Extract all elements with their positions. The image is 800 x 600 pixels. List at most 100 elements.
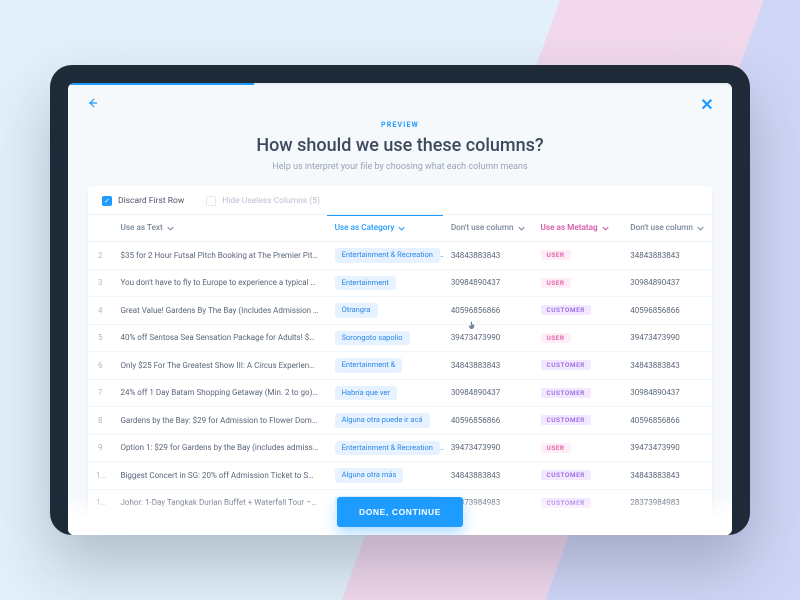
cell-col3: 30984890437 — [443, 269, 533, 297]
discard-first-row-checkbox[interactable]: ✓ Discard First Row — [102, 196, 184, 206]
checkbox-label: Discard First Row — [118, 196, 184, 206]
metatag-badge: USER — [541, 525, 571, 535]
cell-col3: 40596856866 — [443, 407, 533, 435]
metatag-badge: USER — [541, 333, 571, 343]
row-index: 9 — [88, 434, 112, 462]
metatag-badge: CUSTOMER — [541, 305, 591, 315]
app-screen: ✕ PREVIEW How should we use these column… — [68, 83, 732, 535]
cell-col3: 34843883843 — [443, 242, 533, 270]
metatag-badge: CUSTOMER — [541, 415, 591, 425]
row-index: 11 — [88, 489, 112, 517]
hide-useless-columns-checkbox[interactable]: Hide Useless Columns (5) — [206, 196, 320, 206]
cell-col3: 40596856866 — [443, 297, 533, 325]
metatag-badge: USER — [541, 443, 571, 453]
column-header[interactable]: Use as Text — [112, 215, 326, 242]
device-frame: ✕ PREVIEW How should we use these column… — [50, 65, 750, 535]
column-header-label: Use as Text — [120, 223, 162, 233]
cell-metatag: CUSTOMER — [533, 462, 623, 490]
cell-col5: 39473473990 — [622, 324, 712, 352]
close-button[interactable]: ✕ — [698, 95, 716, 113]
cell-col5: 30984890437 — [622, 379, 712, 407]
row-index: 7 — [88, 379, 112, 407]
column-header-label: Use as Metatag — [541, 223, 598, 233]
back-button[interactable] — [84, 95, 102, 113]
category-pill: Entertainment & Recreation — [335, 441, 440, 456]
table-row: 9Option 1: $29 for Gardens by the Bay (i… — [88, 434, 712, 462]
cell-text: $35 for 2 Hour Futsal Pitch Booking at T… — [112, 242, 326, 270]
cell-text: Biggest Concert in SG: 20% off Admission… — [112, 462, 326, 490]
close-icon: ✕ — [700, 95, 713, 114]
column-header-label: Use as Category — [335, 223, 395, 233]
column-header-row: Use as Text Use as Category — [88, 215, 712, 242]
row-index: 6 — [88, 352, 112, 380]
cell-category: Alguna otra más — [327, 462, 443, 490]
cell-metatag: CUSTOMER — [533, 352, 623, 380]
cell-category: Habría que ver — [327, 379, 443, 407]
cell-text: You don't have to fly to Europe to exper… — [112, 269, 326, 297]
category-pill: Habría que ver — [335, 386, 397, 401]
table-row: 540% off Sentosa Sea Sensation Package f… — [88, 324, 712, 352]
checkbox-box: ✓ — [102, 196, 112, 206]
chevron-down-icon — [602, 225, 609, 232]
cell-col3: 34843883843 — [443, 352, 533, 380]
page-header: PREVIEW How should we use these columns?… — [68, 121, 732, 186]
table-row: 8Gardens by the Bay: $29 for Admission t… — [88, 407, 712, 435]
cell-col3: 39473473990 — [443, 324, 533, 352]
cell-metatag: USER — [533, 434, 623, 462]
category-pill: Entertainment & Recreation — [335, 248, 440, 263]
done-continue-button[interactable]: DONE, CONTINUE — [337, 497, 463, 527]
cell-col5: 40596856866 — [622, 517, 712, 536]
column-header[interactable]: Use as Metatag — [533, 215, 623, 242]
chevron-down-icon — [697, 225, 704, 232]
cell-text: Gardens by the Bay: $29 for Admission to… — [112, 407, 326, 435]
cell-col5: 40596856866 — [622, 407, 712, 435]
options-row: ✓ Discard First Row Hide Useless Columns… — [88, 186, 712, 214]
category-pill: Entertainment — [335, 276, 396, 291]
cell-metatag: USER — [533, 324, 623, 352]
cell-text: 24% off 1 Day Batam Shopping Getaway (Mi… — [112, 379, 326, 407]
cell-category: Entertainment — [327, 269, 443, 297]
cell-text: Great Value! Gardens By The Bay (Include… — [112, 297, 326, 325]
row-index: 12 — [88, 517, 112, 536]
category-pill: Otrangra — [335, 303, 378, 318]
table-body: 2$35 for 2 Hour Futsal Pitch Booking at … — [88, 242, 712, 536]
row-index: 5 — [88, 324, 112, 352]
table-row: 4Great Value! Gardens By The Bay (Includ… — [88, 297, 712, 325]
cell-col5: 34843883843 — [622, 242, 712, 270]
metatag-badge: USER — [541, 250, 571, 260]
metatag-badge: CUSTOMER — [541, 498, 591, 508]
row-index: 3 — [88, 269, 112, 297]
chevron-down-icon — [167, 225, 174, 232]
cell-col3: 34843883843 — [443, 462, 533, 490]
page-title: How should we use these columns? — [88, 135, 712, 156]
metatag-badge: USER — [541, 278, 571, 288]
table-row: 10Biggest Concert in SG: 20% off Admissi… — [88, 462, 712, 490]
row-index: 10 — [88, 462, 112, 490]
table-row: 3You don't have to fly to Europe to expe… — [88, 269, 712, 297]
column-header[interactable]: Use as Category — [327, 215, 443, 242]
cell-col3: 39473473990 — [443, 434, 533, 462]
metatag-badge: CUSTOMER — [541, 360, 591, 370]
cell-col5: 34843883843 — [622, 352, 712, 380]
cell-col5: 28373984983 — [622, 489, 712, 517]
category-pill: Alguna otra puede ir acá — [335, 413, 430, 428]
column-header[interactable]: Don't use column — [622, 215, 712, 242]
cell-text: Only $25 For The Greatest Show III: A Ci… — [112, 352, 326, 380]
cell-category: Sorongoto sapolio — [327, 324, 443, 352]
chevron-down-icon — [518, 225, 525, 232]
cell-text: Option 1: $29 for Gardens by the Bay (in… — [112, 434, 326, 462]
metatag-badge: CUSTOMER — [541, 470, 591, 480]
cell-metatag: USER — [533, 517, 623, 536]
cell-text: 24% off 1 Day Batam Shopping Getaway (Mi… — [112, 517, 326, 536]
column-header[interactable]: Don't use column — [443, 215, 533, 242]
preview-card: ✓ Discard First Row Hide Useless Columns… — [88, 186, 712, 535]
table-row: 6Only $25 For The Greatest Show III: A C… — [88, 352, 712, 380]
column-header-label: Don't use column — [630, 223, 693, 233]
checkbox-box — [206, 196, 216, 206]
cell-metatag: CUSTOMER — [533, 379, 623, 407]
cell-col5: 30984890437 — [622, 269, 712, 297]
cell-text: 40% off Sentosa Sea Sensation Package fo… — [112, 324, 326, 352]
cell-category: Otrangra — [327, 297, 443, 325]
category-pill: Sorongoto sapolio — [335, 331, 410, 346]
cell-category: Entertainment & Recreation — [327, 434, 443, 462]
